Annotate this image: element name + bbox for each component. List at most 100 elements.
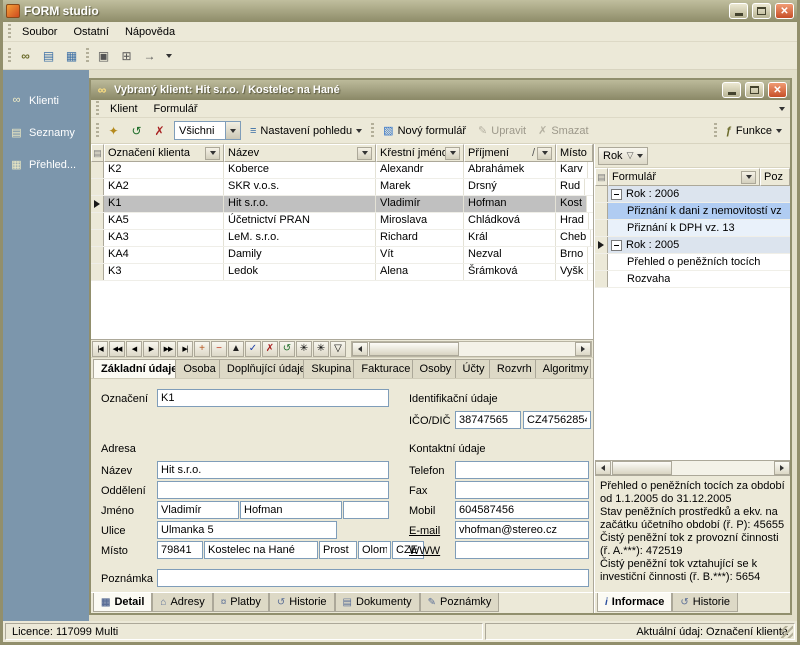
nav-last-button[interactable]: ▶| <box>177 341 193 357</box>
refresh-icon[interactable]: ↺ <box>125 120 148 141</box>
clear-filter-icon[interactable]: ✗ <box>148 120 171 141</box>
www-link-label[interactable]: WWW <box>409 545 440 557</box>
column-header-oznaceni[interactable]: Označení klienta <box>104 144 224 162</box>
collapse-icon[interactable] <box>611 189 622 200</box>
table-row[interactable]: KA2 SKR v.o.s. Marek Drsný Rud <box>91 179 593 196</box>
tree-item[interactable]: Přehled o peněžních tocích <box>595 254 790 271</box>
tree-item[interactable]: Rozvaha <box>595 271 790 288</box>
table-horizontal-scrollbar[interactable] <box>351 341 592 357</box>
nav-cancel-button[interactable]: ✗ <box>262 341 278 357</box>
scroll-right-button[interactable] <box>774 461 790 475</box>
email-link-label[interactable]: E-mail <box>409 525 440 537</box>
maximize-button[interactable] <box>752 3 771 19</box>
combo-arrow-button[interactable] <box>225 122 240 139</box>
tab-algoritmy[interactable]: Algoritmy <box>536 359 591 378</box>
nav-bookmark-button[interactable]: ✳ <box>296 341 312 357</box>
column-header-prijmeni[interactable]: Příjmení / <box>464 144 556 162</box>
menu-napoveda[interactable]: Nápověda <box>117 24 183 40</box>
edit-button[interactable]: ✎ Upravit <box>472 120 532 141</box>
key-icon[interactable]: ✦ <box>102 120 125 141</box>
column-filter-button[interactable] <box>537 147 552 160</box>
menu-soubor[interactable]: Soubor <box>14 24 65 40</box>
nav-next-button[interactable]: ▶ <box>143 341 159 357</box>
table-row[interactable]: KA5 Účetnictví PRAN Miroslava Chládková … <box>91 213 593 230</box>
tree-item-selected[interactable]: Přiznání k dani z nemovitostí vz <box>595 203 790 220</box>
tab-adresy[interactable]: ⌂ Adresy <box>152 593 212 612</box>
collapse-icon[interactable] <box>611 240 622 251</box>
print-icon[interactable]: ▣ <box>92 45 115 66</box>
tab-skupina[interactable]: Skupina <box>304 359 354 378</box>
sidebar-item-klienti[interactable]: ∞ Klienti <box>3 92 89 110</box>
toolbar-overflow-button[interactable] <box>163 46 175 66</box>
column-header-poznamka[interactable]: Poz <box>760 168 790 186</box>
clients-icon[interactable]: ∞ <box>14 45 37 66</box>
mesto-field[interactable] <box>204 541 318 559</box>
telefon-field[interactable] <box>455 461 589 479</box>
column-filter-button[interactable] <box>741 171 756 184</box>
copy-icon[interactable]: ⊞ <box>115 45 138 66</box>
tab-poznamky[interactable]: ✎ Poznámky <box>420 593 500 612</box>
kraj-field[interactable] <box>358 541 391 559</box>
tree-group-2006[interactable]: Rok : 2006 <box>595 186 790 203</box>
ico-field[interactable] <box>455 411 521 429</box>
tab-osoba[interactable]: Osoba <box>176 359 220 378</box>
scroll-right-button[interactable] <box>575 342 591 356</box>
group-by-rok[interactable]: Rok ▽ <box>598 147 648 165</box>
scrollbar-thumb[interactable] <box>369 342 459 356</box>
lists-icon[interactable]: ▤ <box>37 45 60 66</box>
main-titlebar[interactable]: FORM studio ✕ <box>3 0 797 22</box>
tree-group-2005[interactable]: Rok : 2005 <box>595 237 790 254</box>
new-form-button[interactable]: ▧ Nový formulář <box>377 120 472 141</box>
client-toolbar-grip-2[interactable] <box>371 123 374 138</box>
functions-button[interactable]: ƒ Funkce <box>720 120 788 141</box>
table-row[interactable]: K2 Koberce Alexandr Abrahámek Karv <box>91 162 593 179</box>
tab-dokumenty[interactable]: ▤ Dokumenty <box>335 593 420 612</box>
titul-field[interactable] <box>343 501 389 519</box>
functions-grip[interactable] <box>714 123 717 138</box>
toolbar-grip[interactable] <box>8 48 11 63</box>
table-row[interactable]: K3 Ledok Alena Šrámková Vyšk <box>91 264 593 281</box>
toolbar-grip-2[interactable] <box>86 48 89 63</box>
sidebar-item-prehled[interactable]: ▦ Přehled... <box>3 156 89 174</box>
tab-doplnujici-udaje[interactable]: Doplňující údaje <box>220 359 305 378</box>
nav-edit-button[interactable]: ▲ <box>228 341 244 357</box>
tab-detail[interactable]: ▦ Detail <box>93 593 152 612</box>
psc-field[interactable] <box>157 541 203 559</box>
okres-field[interactable] <box>319 541 357 559</box>
tab-zakladni-udaje[interactable]: Základní údaje <box>93 359 176 378</box>
email-field[interactable] <box>455 521 589 539</box>
scroll-left-button[interactable] <box>595 461 611 475</box>
resize-grip[interactable] <box>781 626 793 638</box>
client-menubar-grip[interactable] <box>96 101 99 116</box>
tab-ucty[interactable]: Účty <box>456 359 490 378</box>
nav-prev-button[interactable]: ◀ <box>126 341 142 357</box>
nav-next-page-button[interactable]: ▶▶ <box>160 341 176 357</box>
client-close-button[interactable]: ✕ <box>768 82 787 98</box>
filter-combobox[interactable]: Všichni <box>174 121 241 140</box>
jmeno-field[interactable] <box>157 501 239 519</box>
poznamka-field[interactable] <box>157 569 589 587</box>
tab-rozvrh[interactable]: Rozvrh <box>490 359 536 378</box>
sidebar-item-seznamy[interactable]: ▤ Seznamy <box>3 124 89 142</box>
close-button[interactable]: ✕ <box>775 3 794 19</box>
client-toolbar-grip[interactable] <box>96 123 99 138</box>
column-header-formular[interactable]: Formulář <box>608 168 760 186</box>
oznaceni-field[interactable] <box>157 389 389 407</box>
tab-fakturace[interactable]: Fakturace <box>354 359 412 378</box>
nav-filter-button[interactable]: ▽ <box>330 341 346 357</box>
tab-platby[interactable]: ¤ Platby <box>213 593 269 612</box>
prijmeni-field[interactable] <box>240 501 342 519</box>
delete-button[interactable]: ✗ Smazat <box>532 120 595 141</box>
menu-ostatni[interactable]: Ostatní <box>65 24 116 40</box>
forms-horizontal-scrollbar[interactable] <box>595 460 790 476</box>
column-header-nazev[interactable]: Název <box>224 144 376 162</box>
scroll-left-button[interactable] <box>352 342 368 356</box>
client-window-titlebar[interactable]: ∞ Vybraný klient: Hit s.r.o. / Kostelec … <box>91 80 790 100</box>
column-header-misto[interactable]: Místo <box>556 144 593 162</box>
tree-item[interactable]: Přiznání k DPH vz. 13 <box>595 220 790 237</box>
client-menubar-overflow[interactable] <box>776 99 788 119</box>
www-field[interactable] <box>455 541 589 559</box>
nav-prev-page-button[interactable]: ◀◀ <box>109 341 125 357</box>
client-maximize-button[interactable] <box>745 82 764 98</box>
column-header-krestni[interactable]: Křestní jméno <box>376 144 464 162</box>
